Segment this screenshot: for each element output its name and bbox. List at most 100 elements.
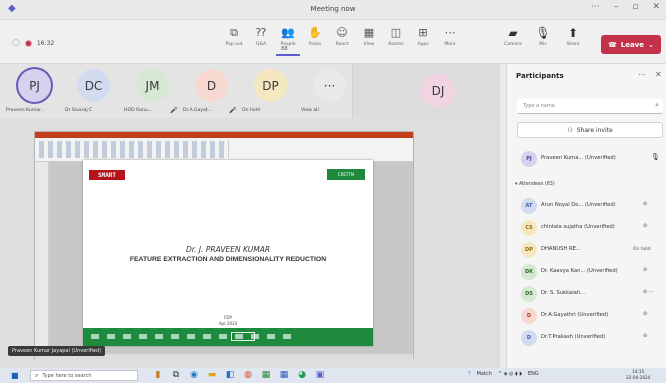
participants-panel: Participants ⋯ ✕ Type a name ⌕ ⚇ Share i…: [506, 64, 666, 368]
meeting-toolbar: ◌ 16:32 ⧉ Pop out ⁇ Q&A 👥 88 People ✋ Raise ☺ Reac…: [0, 20, 666, 64]
mic-muted-icon: ⊘: [643, 311, 648, 317]
device-controls: ▰ Camera 🎙 Mic ⬆ Share: [500, 26, 586, 56]
teams-meeting-window: ◆ Meeting now ⋯ – ▫ ✕ ◌ 16:32 ⧉ Pop out ⁇ Q…: [0, 0, 666, 383]
taskbar-apps: ▮ ⧉ ◉ ▬ ◧ ◍ ▦ ▦ ◕ ▣: [152, 369, 326, 381]
avatar: DP: [521, 242, 537, 258]
participant-name: On hold: [242, 108, 260, 113]
presentation-slide: SMART CRETTM Dr. J. PRAVEEN KUMAR FEATUR…: [83, 160, 373, 346]
panel-title: Participants: [516, 72, 564, 80]
participant-tile[interactable]: JM HOD Ranu... 🎤: [122, 64, 182, 118]
raise-hand-icon: ✋: [308, 26, 322, 39]
tool-label: Rooms: [388, 42, 404, 47]
attendees-section-header[interactable]: ▾ Attendees (83): [515, 182, 555, 187]
windows-taskbar: ■ ⌕ Type here to search ▮ ⧉ ◉ ▬ ◧ ◍ ▦ ▦ …: [0, 368, 666, 383]
attendee-row[interactable]: AT Arun Noyal Do... (Unverified) ⊘: [513, 196, 663, 216]
mic-muted-icon: ⊘: [643, 267, 648, 273]
participant-name: DHANUSH RE...: [541, 246, 581, 252]
mic-muted-icon: ⊘ ⋯: [643, 289, 654, 295]
device-camera-button[interactable]: ▰ Camera: [500, 26, 526, 56]
meeting-tools: ⧉ Pop out ⁇ Q&A 👥 88 People ✋ Raise ☺ React ▦ View ◫ R…: [222, 26, 462, 56]
avatar: PJ: [521, 151, 537, 167]
share-invite-button[interactable]: ⚇ Share invite: [517, 122, 663, 138]
tool-label: Raise: [308, 42, 322, 47]
slide-thumbnails: [35, 162, 49, 358]
taskbar-search-input[interactable]: ⌕ Type here to search: [30, 370, 138, 381]
attendee-row[interactable]: DS Dr. S. Sukkaiah... ⊘ ⋯: [513, 284, 663, 304]
participant-name: HOD Ranu...: [124, 108, 153, 113]
participant-search-input[interactable]: Type a name ⌕: [517, 99, 663, 114]
leave-button[interactable]: ☎ Leave ⌄: [601, 35, 661, 54]
participant-tile[interactable]: PJ Praveen Kumar...: [4, 64, 64, 118]
leave-label: Leave: [620, 40, 645, 49]
word-icon[interactable]: ▦: [278, 369, 290, 381]
chrome-icon[interactable]: ◍: [242, 369, 254, 381]
participant-name: Dr. S. Sukkaiah...: [541, 290, 586, 296]
participant-name: Dr. Kaavya Kan... (Unverified): [541, 268, 618, 274]
attendee-row[interactable]: CS chintala sujatha (Unverified) ⊘: [513, 218, 663, 238]
store-icon[interactable]: ◧: [224, 369, 236, 381]
more-icon: ⋯: [444, 26, 456, 39]
tool-react-button[interactable]: ☺ React: [330, 26, 354, 56]
spotlight-tile[interactable]: DJ: [352, 64, 500, 118]
participant-name: View all: [301, 108, 319, 113]
mic-muted-icon: ⊘: [643, 223, 648, 229]
avatar: DS: [521, 286, 537, 302]
tool-people-button[interactable]: 👥 88 People: [276, 26, 300, 56]
close-icon[interactable]: ✕: [655, 70, 662, 79]
participant-tile[interactable]: DC Dr Sivaraj C: [63, 64, 123, 118]
minimize-button[interactable]: –: [614, 2, 619, 12]
attendee-row[interactable]: DP DHANUSH RE... On hold: [513, 240, 663, 260]
mic-icon: 🎙: [651, 153, 660, 161]
presenter-row[interactable]: PJ Praveen Kuma... (Unverified) 🎙: [513, 149, 663, 169]
window-controls: ⋯ – ▫ ✕: [591, 2, 660, 12]
edge-icon[interactable]: ◉: [188, 369, 200, 381]
clock-date: 22-04-2024: [626, 375, 651, 380]
whatsapp-icon[interactable]: ◕: [296, 369, 308, 381]
attendees-label: Attendees (83): [518, 182, 555, 187]
tool-apps-button[interactable]: ⊞ Apps: [411, 26, 435, 56]
participant-name: Praveen Kumar...: [6, 108, 45, 113]
attendee-row[interactable]: D Dr.T.Prakash (Unverified) ⊘: [513, 328, 663, 348]
tool-view-button[interactable]: ▦ View: [357, 26, 381, 56]
excel-icon[interactable]: ▦: [260, 369, 272, 381]
maximize-button[interactable]: ▫: [632, 2, 638, 12]
help-icon[interactable]: ?: [468, 371, 471, 377]
clock[interactable]: 14:15 22-04-2024: [626, 369, 650, 381]
tool-raise-button[interactable]: ✋ Raise: [303, 26, 327, 56]
participant-tile[interactable]: ··· View all: [299, 64, 359, 118]
slide-title: FEATURE EXTRACTION AND DIMENSIONALITY RE…: [129, 256, 327, 263]
more-options-icon[interactable]: ⋯: [591, 2, 600, 12]
people-app-icon[interactable]: ▮: [152, 369, 164, 381]
attendee-row[interactable]: D Dr.A.Gayathri (Unverified) ⊘: [513, 306, 663, 326]
tool-rooms-button[interactable]: ◫ Rooms: [384, 26, 408, 56]
language-label[interactable]: ENG: [528, 371, 539, 377]
close-button[interactable]: ✕: [652, 2, 660, 12]
teams-icon[interactable]: ▣: [314, 369, 326, 381]
participant-tile[interactable]: DP On hold: [240, 64, 300, 118]
tool-pop-out-button[interactable]: ⧉ Pop out: [222, 26, 246, 56]
attendee-row[interactable]: DK Dr. Kaavya Kan... (Unverified) ⊘: [513, 262, 663, 282]
more-icon[interactable]: ⋯: [638, 70, 646, 79]
share-invite-label: Share invite: [576, 126, 613, 134]
windows-start-icon[interactable]: ■: [11, 371, 19, 380]
share-icon: ⬆: [567, 26, 579, 40]
participant-tile[interactable]: D Dr.A.Gayat... 🎤: [181, 64, 241, 118]
tray-icons[interactable]: ^ ◈ ◎ ◖ ◗: [498, 371, 522, 377]
device-share-button[interactable]: ⬆ Share: [560, 26, 586, 56]
weather-label[interactable]: Match: [477, 371, 492, 377]
tool-q-a-button[interactable]: ⁇ Q&A: [249, 26, 273, 56]
people-icon-wrap: 👥 88: [281, 26, 295, 52]
tool-label: View: [363, 42, 375, 47]
mic-muted-icon: ⊘: [643, 333, 648, 339]
phone-icon: ☎: [608, 40, 617, 49]
participant-name: chintala sujatha (Unverified): [541, 224, 615, 230]
file-explorer-icon[interactable]: ▬: [206, 369, 218, 381]
chevron-down-icon[interactable]: ⌄: [648, 41, 654, 49]
rooms-icon: ◫: [390, 26, 402, 39]
device-mic-button[interactable]: 🎙 Mic: [530, 26, 556, 56]
smart-logo: SMART: [89, 170, 125, 180]
tool-more-button[interactable]: ⋯ More: [438, 26, 462, 56]
task-view-icon[interactable]: ⧉: [170, 369, 182, 381]
avatar: D: [521, 330, 537, 346]
tool-label: People: [280, 42, 296, 47]
